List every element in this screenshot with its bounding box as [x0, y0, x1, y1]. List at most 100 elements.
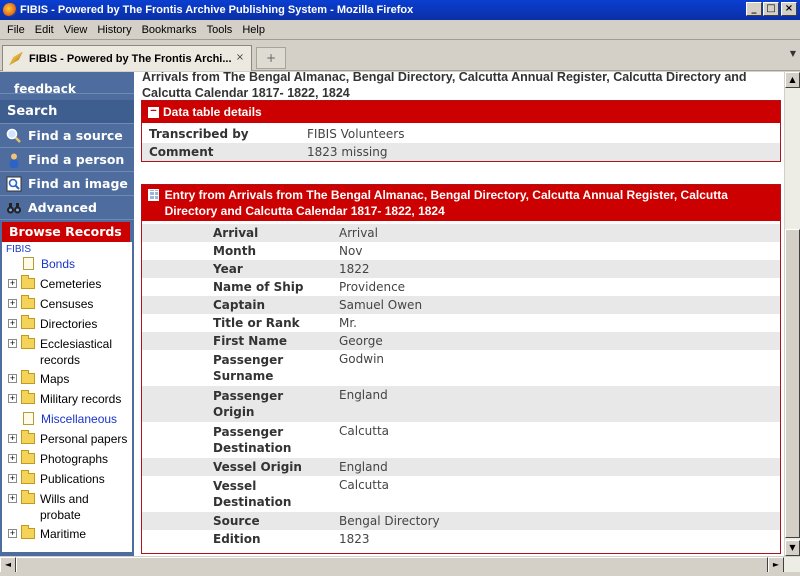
- entry-key: Name of Ship: [213, 280, 304, 294]
- tree-item-ecclesiastical[interactable]: + Ecclesiastical records: [8, 335, 124, 368]
- entry-row: First Name George: [142, 332, 780, 350]
- vertical-scrollbar[interactable]: ▲ ▼: [784, 72, 800, 556]
- collapse-icon[interactable]: −: [148, 106, 159, 118]
- entry-value: Calcutta: [339, 424, 390, 438]
- tree-item-maps[interactable]: + Maps: [8, 370, 69, 387]
- sidebar-item-label: Find a source: [28, 128, 123, 143]
- close-window-button[interactable]: ×: [781, 2, 797, 16]
- expand-icon[interactable]: +: [8, 434, 17, 443]
- tree-item-personal-papers[interactable]: + Personal papers: [8, 430, 127, 447]
- folder-icon: [21, 315, 35, 329]
- tree-root-fibis[interactable]: FIBIS: [6, 244, 31, 255]
- tab-label: FIBIS - Powered by The Frontis Archi...: [29, 52, 232, 65]
- menu-bookmarks[interactable]: Bookmarks: [137, 24, 202, 36]
- scroll-left-icon[interactable]: ◄: [0, 557, 16, 573]
- tab-fibis[interactable]: FIBIS - Powered by The Frontis Archi... …: [2, 45, 252, 71]
- person-icon: [6, 152, 22, 168]
- sidebar: feedback Search Find a source Find a per…: [0, 72, 134, 556]
- menu-help[interactable]: Help: [237, 24, 270, 36]
- close-tab-icon[interactable]: ×: [234, 52, 246, 64]
- folder-icon: [21, 335, 35, 349]
- entry-key: Arrival: [213, 226, 259, 240]
- entry-value: Bengal Directory: [339, 514, 440, 528]
- panel-header: Entry from Arrivals from The Bengal Alma…: [142, 185, 780, 221]
- horizontal-scrollbar[interactable]: ◄ ►: [0, 556, 800, 573]
- window-titlebar: FIBIS - Powered by The Frontis Archive P…: [0, 0, 800, 20]
- maximize-button[interactable]: □: [763, 2, 779, 16]
- expand-icon[interactable]: +: [8, 529, 17, 538]
- tree-item-photographs[interactable]: + Photographs: [8, 450, 108, 467]
- tab-bar: FIBIS - Powered by The Frontis Archi... …: [0, 41, 800, 71]
- expand-icon[interactable]: +: [8, 279, 17, 288]
- scroll-right-icon[interactable]: ►: [768, 557, 784, 573]
- entry-value: England: [339, 460, 388, 474]
- minimize-button[interactable]: _: [746, 2, 762, 16]
- tree-item-directories[interactable]: + Directories: [8, 315, 97, 332]
- scroll-thumb[interactable]: [16, 557, 768, 573]
- tree-item-maritime[interactable]: + Maritime: [8, 525, 86, 542]
- entry-key: First Name: [213, 334, 288, 348]
- document-icon: [23, 257, 34, 270]
- entry-value: Samuel Owen: [339, 298, 423, 312]
- tree-item-bonds[interactable]: Bonds: [8, 256, 75, 272]
- menu-file[interactable]: File: [2, 24, 30, 36]
- scroll-down-icon[interactable]: ▼: [785, 540, 800, 556]
- sidebar-item-label: Find a person: [28, 152, 125, 167]
- tree-item-cemeteries[interactable]: + Cemeteries: [8, 275, 101, 292]
- folder-icon: [21, 525, 35, 539]
- data-table-details-panel: − Data table details Transcribed by FIBI…: [141, 100, 781, 162]
- entry-value: Mr.: [339, 316, 357, 330]
- folder-icon: [21, 470, 35, 484]
- expand-icon[interactable]: +: [8, 474, 17, 483]
- detail-value: FIBIS Volunteers: [307, 127, 405, 141]
- sidebar-item-find-source[interactable]: Find a source: [0, 124, 134, 148]
- sidebar-item-advanced[interactable]: Advanced: [0, 196, 134, 220]
- sidebar-item-feedback[interactable]: feedback: [0, 72, 134, 96]
- list-tabs-icon[interactable]: ▼: [790, 49, 796, 58]
- menu-view[interactable]: View: [59, 24, 93, 36]
- detail-row: Transcribed by FIBIS Volunteers: [142, 125, 780, 143]
- menu-edit[interactable]: Edit: [30, 24, 59, 36]
- folder-icon: [21, 450, 35, 464]
- expand-icon[interactable]: +: [8, 319, 17, 328]
- entry-row: Title or Rank Mr.: [142, 314, 780, 332]
- entry-value: Nov: [339, 244, 363, 258]
- tree-item-censuses[interactable]: + Censuses: [8, 295, 93, 312]
- entry-key: Passenger Surname: [213, 353, 284, 383]
- expand-icon[interactable]: +: [8, 394, 17, 403]
- entry-value: 1823: [339, 532, 370, 546]
- panel-title: Data table details: [163, 105, 262, 119]
- panel-header[interactable]: − Data table details: [142, 101, 780, 123]
- scroll-thumb[interactable]: [785, 229, 800, 538]
- binoculars-icon: [6, 200, 22, 216]
- status-bar: [0, 572, 800, 576]
- detail-row: Comment 1823 missing: [142, 143, 780, 161]
- tree-item-military[interactable]: + Military records: [8, 390, 121, 407]
- expand-icon[interactable]: +: [8, 339, 17, 348]
- menu-history[interactable]: History: [92, 24, 136, 36]
- folder-icon: [21, 430, 35, 444]
- tree-item-wills[interactable]: + Wills and probate: [8, 490, 110, 523]
- entry-value: 1822: [339, 262, 370, 276]
- entry-key: Vessel Destination: [213, 479, 292, 509]
- entry-value: Godwin: [339, 352, 385, 366]
- expand-icon[interactable]: +: [8, 494, 17, 503]
- scroll-up-icon[interactable]: ▲: [785, 72, 800, 88]
- entry-key: Source: [213, 514, 260, 528]
- entry-row: Arrival Arrival: [142, 224, 780, 242]
- tree-item-miscellaneous[interactable]: Miscellaneous: [8, 411, 117, 427]
- expand-icon[interactable]: +: [8, 454, 17, 463]
- entry-key: Year: [213, 262, 243, 276]
- folder-icon: [21, 295, 35, 309]
- sidebar-item-find-image[interactable]: Find an image: [0, 172, 134, 196]
- sidebar-item-find-person[interactable]: Find a person: [0, 148, 134, 172]
- entry-value: Arrival: [339, 226, 378, 240]
- entry-row: Vessel Origin England: [142, 458, 780, 476]
- entry-row: Source Bengal Directory: [142, 512, 780, 530]
- expand-icon[interactable]: +: [8, 299, 17, 308]
- entry-row: Captain Samuel Owen: [142, 296, 780, 314]
- new-tab-button[interactable]: +: [256, 47, 286, 69]
- tree-item-publications[interactable]: + Publications: [8, 470, 105, 487]
- menu-tools[interactable]: Tools: [202, 24, 238, 36]
- expand-icon[interactable]: +: [8, 374, 17, 383]
